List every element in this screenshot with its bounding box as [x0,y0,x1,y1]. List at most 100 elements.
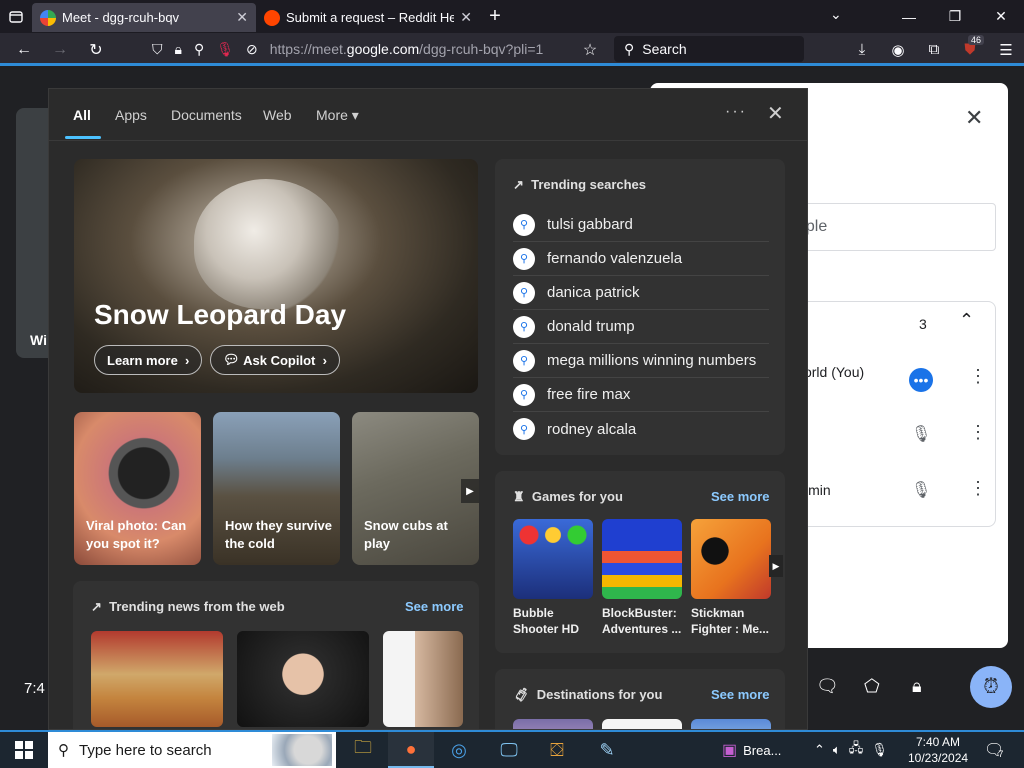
learn-more-label: Learn more [107,352,178,368]
tab-documents[interactable]: Documents [171,107,242,123]
firefox-icon[interactable]: ● [388,732,434,768]
host-controls-icon[interactable]: 🔒︎ [912,676,922,697]
lock-icon[interactable]: 🔒︎ [175,41,182,58]
alarm-clock-icon[interactable]: ⏰︎ [970,666,1012,708]
trending-search-item[interactable]: ⚲ free fire max [513,378,769,412]
chat-icon[interactable]: 🗨︎ [816,676,839,697]
tab-meet[interactable]: Meet - dgg-rcuh-bqv ✕ [32,3,256,32]
snow-leopard-search-highlight [272,734,332,766]
tab-more-label: More [316,107,348,123]
notepad-icon[interactable]: ✎ [584,732,630,768]
file-explorer-icon[interactable]: 🗀︎ [340,732,386,768]
news-image[interactable] [237,631,369,727]
section-title: 🧳︎ Destinations for you [513,687,662,703]
windows-taskbar: ⚲ Type here to search 🗀︎ ● ◎ 🖵︎ ⛋ ✎ ▣ Br… [0,730,1024,768]
people-search-input[interactable]: ople [790,203,996,251]
tab-all[interactable]: All [73,107,91,123]
bookmark-star-icon[interactable]: ☆ [572,33,608,66]
close-tab-icon[interactable]: ✕ [460,9,472,26]
ublock-icon[interactable]: ⛊ 46 [952,33,988,66]
news-image[interactable] [383,631,463,727]
news-card[interactable]: How they survive the cold [213,412,340,565]
minimize-button[interactable]: — [886,0,932,33]
browser-search-input[interactable]: ⚲ Search [614,36,804,62]
account-icon[interactable]: ◉ [880,33,916,66]
destination-image[interactable] [513,719,593,729]
search-icon: ⚲ [513,349,535,372]
more-options-icon[interactable]: ··· [725,103,747,121]
chrome-icon[interactable]: ◎ [436,732,482,768]
trending-search-item[interactable]: ⚲ danica patrick [513,276,769,310]
trending-search-item[interactable]: ⚲ mega millions winning numbers [513,344,769,378]
extensions-icon[interactable]: ⧉ [916,33,952,66]
tab-web[interactable]: Web [263,107,292,123]
forward-arrow-icon[interactable]: → [42,33,78,66]
downloads-icon[interactable]: ⤓ [844,33,880,66]
list-all-tabs-icon[interactable]: ⌄ [830,6,842,23]
activities-icon[interactable]: ⬠ [864,676,880,697]
network-icon[interactable]: 🖧︎ [849,739,864,761]
more-options-icon[interactable]: ••• [909,368,933,392]
shield-icon[interactable]: ⛉ [152,41,163,58]
microphone-icon[interactable]: 🎙︎ [871,742,888,758]
stickman-fighter-thumbnail [691,519,771,599]
tab-list-icon[interactable] [0,0,32,33]
teams-label: Brea... [743,742,782,758]
see-more-link[interactable]: See more [405,599,464,614]
trending-news-section: ↗ Trending news from the web See more [73,581,479,729]
news-card[interactable]: Viral photo: Can you spot it? [74,412,201,565]
game-name: BlockBuster: Adventures ... [602,606,682,636]
reload-icon[interactable]: ↻ [78,33,114,66]
trending-search-item[interactable]: ⚲ donald trump [513,310,769,344]
trending-search-item[interactable]: ⚲ tulsi gabbard [513,208,769,242]
restore-button[interactable]: ❐ [932,0,978,33]
close-icon[interactable]: ✕ [767,101,784,126]
windows-start-icon[interactable] [0,732,48,768]
kebab-menu-icon[interactable]: ⋮ [969,422,987,443]
back-arrow-icon[interactable]: ← [6,33,42,66]
window-close-button[interactable]: ✕ [978,0,1024,33]
game-tile[interactable]: BlockBuster: Adventures ... [602,519,682,637]
hero-card[interactable]: Snow Leopard Day Learn more › 💬︎ Ask Cop… [74,159,478,393]
notifications-icon[interactable]: 🗨︎ 7 [984,732,1004,768]
ask-copilot-button[interactable]: 💬︎ Ask Copilot › [210,345,340,375]
chevron-up-icon[interactable]: ⌃ [814,742,825,758]
game-tile[interactable]: Stickman Fighter : Me... [691,519,771,637]
remote-desktop-icon[interactable]: 🖵︎ [486,732,532,768]
tab-reddit[interactable]: Submit a request – Reddit Help ✕ [256,3,480,32]
taskbar-clock[interactable]: 7:40 AM 10/23/2024 [908,734,968,766]
teams-meeting-item[interactable]: ▣ Brea... [722,732,781,768]
news-image[interactable] [91,631,223,727]
taskbar-search-input[interactable]: ⚲ Type here to search [48,732,336,768]
hero-title: Snow Leopard Day [94,299,347,330]
tab-more[interactable]: More ▾ [316,107,359,124]
trending-search-item[interactable]: ⚲ fernando valenzuela [513,242,769,276]
trending-label: tulsi gabbard [547,216,633,233]
close-icon[interactable]: ✕ [965,105,983,131]
permissions-icon[interactable]: ⚲ [194,41,204,58]
destination-image[interactable] [602,719,682,729]
destination-image[interactable] [691,719,771,729]
mic-muted-icon[interactable]: 🎙︎ [216,41,234,58]
trending-label: danica patrick [547,284,640,301]
close-tab-icon[interactable]: ✕ [236,9,248,26]
news-card[interactable]: Snow cubs at play [352,412,479,565]
game-tile[interactable]: Bubble Shooter HD [513,519,593,637]
see-more-link[interactable]: See more [711,687,770,702]
chevron-up-icon[interactable]: ⌃ [959,310,974,331]
kebab-menu-icon[interactable]: ⋮ [969,366,987,387]
microsoft-store-icon[interactable]: ⛋ [534,732,580,768]
see-more-link[interactable]: See more [711,489,770,504]
url-bar[interactable]: ⛉ 🔒︎ ⚲ 🎙︎ ⊘ https://meet. google.com/dgg-… [146,36,606,62]
volume-icon[interactable]: 🔈︎ [833,742,841,758]
new-tab-button[interactable]: + [480,5,510,28]
scroll-right-icon[interactable]: ▶ [461,479,479,503]
tab-apps[interactable]: Apps [115,107,147,123]
learn-more-button[interactable]: Learn more › [94,345,203,375]
scroll-right-icon[interactable]: ▶ [769,555,783,577]
trending-search-item[interactable]: ⚲ rodney alcala [513,412,769,446]
menu-icon[interactable]: ☰ [988,33,1024,66]
search-icon: ⚲ [624,40,635,57]
camera-off-icon[interactable]: ⊘ [246,41,258,58]
kebab-menu-icon[interactable]: ⋮ [969,478,987,499]
